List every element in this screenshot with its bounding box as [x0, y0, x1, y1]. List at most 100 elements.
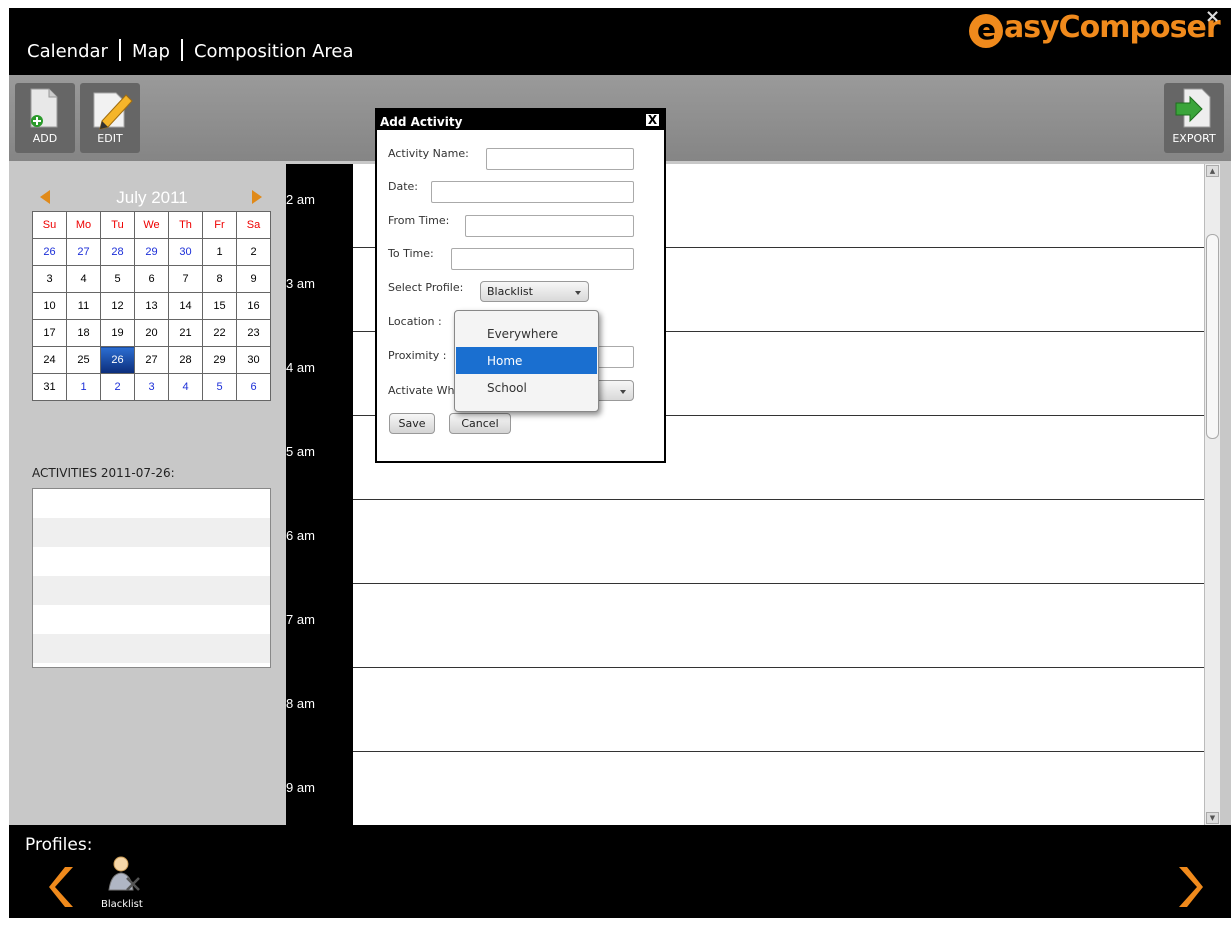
add-button-label: ADD [32, 132, 58, 145]
save-button[interactable]: Save [389, 413, 435, 434]
prev-profile-arrow-icon[interactable] [47, 865, 77, 909]
calendar-day[interactable]: 16 [236, 292, 271, 320]
calendar-day[interactable]: 3 [134, 373, 169, 401]
calendar-day[interactable]: 5 [100, 265, 135, 293]
time-label: 3 am [286, 248, 353, 332]
calendar-day[interactable]: 6 [236, 373, 271, 401]
calendar-day[interactable]: 23 [236, 319, 271, 347]
proximity-label: Proximity : [388, 349, 447, 362]
list-item [33, 576, 270, 605]
time-slot-cell[interactable] [353, 752, 1211, 825]
scroll-thumb[interactable] [1206, 234, 1219, 439]
calendar-day[interactable]: 17 [32, 319, 67, 347]
next-profile-arrow-icon[interactable] [1175, 865, 1205, 909]
calendar-day[interactable]: 19 [100, 319, 135, 347]
time-label: 9 am [286, 752, 353, 825]
add-document-icon [30, 88, 58, 128]
nav-calendar[interactable]: Calendar [27, 41, 108, 62]
profile-name-label: Blacklist [101, 899, 143, 910]
activity-name-label: Activity Name: [388, 147, 469, 160]
calendar-day[interactable]: 6 [134, 265, 169, 293]
location-option-home[interactable]: Home [456, 347, 597, 374]
calendar-panel: July 2011 Su Mo Tu We Th Fr Sa 26 27 28 29 30 1 2 3 4 5 6… [32, 178, 272, 401]
calendar-day[interactable]: 5 [202, 373, 237, 401]
time-slot: 6 am [286, 500, 1211, 584]
calendar-day[interactable]: 28 [168, 346, 203, 374]
profile-blacklist[interactable]: Blacklist [101, 856, 161, 910]
calendar-day[interactable]: 7 [168, 265, 203, 293]
calendar-day[interactable]: 14 [168, 292, 203, 320]
cancel-button[interactable]: Cancel [449, 413, 511, 434]
header-bar: Calendar Map Composition Area e asyComposer… [9, 8, 1231, 75]
next-month-arrow-icon[interactable] [252, 190, 262, 204]
calendar-day[interactable]: 15 [202, 292, 237, 320]
dialog-close-button[interactable]: X [645, 113, 660, 127]
calendar-day[interactable]: 12 [100, 292, 135, 320]
calendar-day[interactable]: 8 [202, 265, 237, 293]
weekday-header: Fr [202, 211, 237, 239]
calendar-day[interactable]: 29 [202, 346, 237, 374]
calendar-day[interactable]: 4 [66, 265, 101, 293]
from-time-input[interactable] [465, 215, 634, 237]
time-label: 7 am [286, 584, 353, 668]
easycomposer-logo: e asyComposer [969, 10, 1221, 48]
calendar-day[interactable]: 27 [134, 346, 169, 374]
select-profile-label: Select Profile: [388, 281, 464, 294]
calendar-day[interactable]: 3 [32, 265, 67, 293]
export-button[interactable]: EXPORT [1164, 83, 1224, 153]
calendar-day[interactable]: 21 [168, 319, 203, 347]
time-slot: 8 am [286, 668, 1211, 752]
logo-e-mark: e [969, 14, 1003, 48]
location-option-school[interactable]: School [456, 374, 597, 401]
calendar-day[interactable]: 13 [134, 292, 169, 320]
calendar-day[interactable]: 30 [236, 346, 271, 374]
location-label: Location : [388, 315, 442, 328]
calendar-day[interactable]: 1 [202, 238, 237, 266]
nav-separator [180, 39, 183, 61]
calendar-day[interactable]: 20 [134, 319, 169, 347]
calendar-day[interactable]: 25 [66, 346, 101, 374]
calendar-day[interactable]: 22 [202, 319, 237, 347]
calendar-day[interactable]: 27 [66, 238, 101, 266]
time-slot-cell[interactable] [353, 500, 1211, 584]
scroll-down-arrow-icon[interactable]: ▼ [1206, 812, 1219, 824]
calendar-day[interactable]: 31 [32, 373, 67, 401]
calendar-day[interactable]: 26 [32, 238, 67, 266]
calendar-day[interactable]: 30 [168, 238, 203, 266]
profile-select[interactable]: Blacklist [480, 281, 589, 302]
list-item [33, 489, 270, 518]
time-slot-cell[interactable] [353, 584, 1211, 668]
calendar-day[interactable]: 29 [134, 238, 169, 266]
calendar-day[interactable]: 4 [168, 373, 203, 401]
activities-list[interactable] [32, 488, 271, 668]
calendar-day[interactable]: 11 [66, 292, 101, 320]
calendar-day[interactable]: 9 [236, 265, 271, 293]
nav-map[interactable]: Map [132, 41, 170, 62]
nav-composition-area[interactable]: Composition Area [194, 41, 354, 62]
edit-button[interactable]: EDIT [80, 83, 140, 153]
profile-person-icon [108, 856, 140, 891]
from-time-label: From Time: [388, 214, 450, 227]
calendar-day[interactable]: 18 [66, 319, 101, 347]
close-app-button[interactable]: × [1205, 8, 1220, 27]
calendar-day[interactable]: 2 [236, 238, 271, 266]
calendar-day[interactable]: 26 [100, 346, 135, 374]
to-time-input[interactable] [451, 248, 634, 270]
date-label: Date: [388, 180, 418, 193]
calendar-day[interactable]: 10 [32, 292, 67, 320]
calendar-day[interactable]: 24 [32, 346, 67, 374]
add-button[interactable]: ADD [15, 83, 75, 153]
time-slot-cell[interactable] [353, 668, 1211, 752]
time-slot: 7 am [286, 584, 1211, 668]
location-option-everywhere[interactable]: Everywhere [456, 320, 597, 347]
calendar-day[interactable]: 1 [66, 373, 101, 401]
weekday-header: Mo [66, 211, 101, 239]
calendar-day[interactable]: 2 [100, 373, 135, 401]
date-input[interactable] [431, 181, 634, 203]
activity-name-input[interactable] [486, 148, 634, 170]
calendar-day[interactable]: 28 [100, 238, 135, 266]
time-label: 6 am [286, 500, 353, 584]
scroll-up-arrow-icon[interactable]: ▲ [1206, 165, 1219, 177]
schedule-scrollbar[interactable]: ▲ ▼ [1204, 164, 1220, 825]
time-label: 2 am [286, 164, 353, 248]
